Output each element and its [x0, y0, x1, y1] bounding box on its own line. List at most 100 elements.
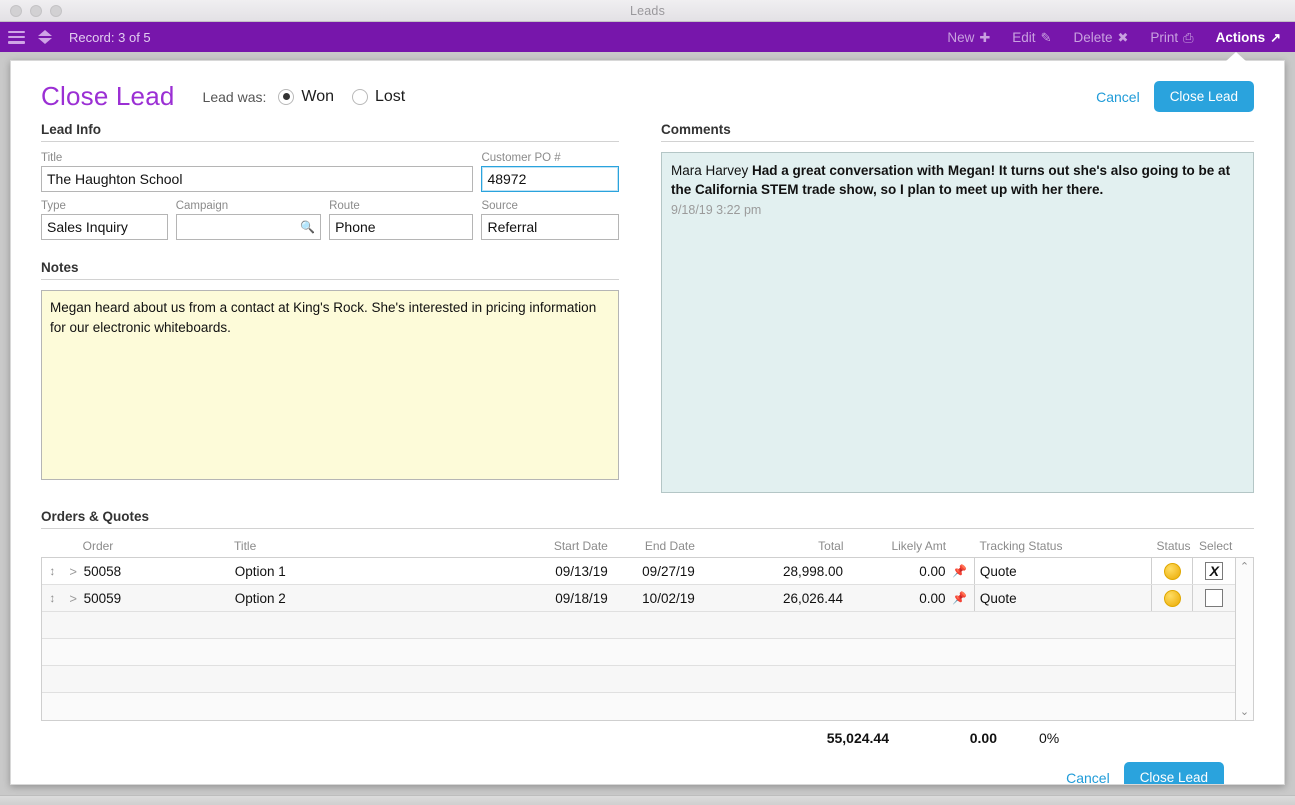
table-totals-row: 55,024.44 0.00 0%	[41, 721, 1254, 746]
comments-panel[interactable]: Mara Harvey Had a great conversation wit…	[661, 152, 1254, 493]
comment-entry: Mara Harvey Had a great conversation wit…	[671, 161, 1244, 220]
lead-outcome-radio-group: Won Lost	[278, 88, 405, 106]
radio-won-label: Won	[301, 87, 334, 105]
lead-info-row-2: Type Sales Inquiry Campaign 🔍 Route Phon…	[41, 200, 619, 240]
field-source-label: Source	[481, 200, 518, 212]
cell-start-date: 09/18/19	[555, 590, 608, 606]
select-checkbox	[1205, 589, 1224, 607]
cell-status	[1152, 558, 1194, 584]
cell-tracking-status[interactable]: Quote	[973, 585, 1152, 611]
right-column: Comments Mara Harvey Had a great convers…	[661, 122, 1254, 493]
toolbar-actions-button[interactable]: Actions ↗	[1212, 27, 1285, 48]
toolbar-print-label: Print	[1150, 29, 1179, 45]
app-toolbar: Record: 3 of 5 New ✚ Edit ✎ Delete ✖ Pri…	[0, 22, 1295, 52]
notes-textarea[interactable]: Megan heard about us from a contact at K…	[41, 290, 619, 480]
dialog-header: Close Lead Lead was: Won Lost Cancel Clo…	[11, 61, 1284, 112]
x-cross-icon: ✖	[1117, 29, 1129, 45]
window-bottom-strip	[0, 795, 1295, 805]
col-likely-amt: Likely Amt	[891, 539, 947, 553]
table-row[interactable]: ↕ > 50058 Option 1 09/13/19 09/27/19 28,…	[42, 558, 1253, 585]
cell-order: 50058	[83, 563, 122, 579]
cell-end-date: 09/27/19	[642, 563, 695, 579]
lead-info-section-title: Lead Info	[41, 122, 619, 142]
comment-body: Had a great conversation with Megan! It …	[671, 163, 1231, 198]
radio-won[interactable]: Won	[278, 88, 334, 106]
field-type: Type Sales Inquiry	[41, 200, 168, 240]
field-source: Source Referral	[481, 200, 619, 240]
radio-lost[interactable]: Lost	[351, 87, 406, 106]
field-type-label: Type	[41, 200, 66, 212]
field-title-label: Title	[41, 152, 63, 164]
table-row-empty[interactable]	[42, 639, 1253, 666]
search-icon[interactable]: 🔍	[300, 220, 315, 234]
cell-select[interactable]: X	[1193, 558, 1237, 584]
status-badge	[1163, 562, 1181, 580]
toolbar-edit-button[interactable]: Edit ✎	[1008, 27, 1055, 48]
record-counter: Record: 3 of 5	[69, 29, 151, 45]
type-input[interactable]: Sales Inquiry	[41, 214, 168, 240]
radio-lost-label: Lost	[374, 87, 406, 105]
scroll-up-icon[interactable]: ⌃	[1240, 558, 1249, 575]
cell-select[interactable]	[1193, 585, 1237, 611]
cancel-button-top[interactable]: Cancel	[1096, 89, 1140, 105]
dialog-body: Lead Info Title The Haughton School Cust…	[11, 112, 1284, 493]
printer-icon: ⎙	[1183, 29, 1194, 45]
app-root: Leads Record: 3 of 5 New ✚ Edit ✎ Delete…	[0, 0, 1295, 805]
col-select: Select	[1198, 539, 1233, 553]
field-customer-po-label: Customer PO #	[481, 152, 561, 164]
table-scrollbar[interactable]: ⌃ ⌄	[1235, 558, 1253, 720]
close-lead-button-bottom[interactable]: Close Lead	[1123, 762, 1224, 784]
total-sum: 55,024.44	[826, 730, 889, 746]
hamburger-icon[interactable]	[8, 30, 25, 44]
pin-icon[interactable]: 📌	[946, 564, 974, 578]
toolbar-actions: New ✚ Edit ✎ Delete ✖ Print ⎙ Actions ↗	[943, 27, 1285, 48]
col-status: Status	[1156, 539, 1191, 553]
scroll-down-icon[interactable]: ⌄	[1240, 703, 1249, 720]
close-lead-button-top[interactable]: Close Lead	[1153, 81, 1254, 112]
toolbar-print-button[interactable]: Print ⎙	[1146, 27, 1197, 48]
pin-icon[interactable]: 📌	[946, 591, 974, 605]
cell-tracking-status[interactable]: Quote	[973, 558, 1152, 584]
campaign-input[interactable]: 🔍	[175, 214, 322, 240]
cell-end-date: 10/02/19	[642, 590, 695, 606]
orders-quotes-section: Orders & Quotes Order Title Start Date E…	[11, 493, 1284, 785]
toolbar-new-button[interactable]: New ✚	[943, 27, 994, 48]
col-total: Total	[818, 539, 844, 553]
left-column: Lead Info Title The Haughton School Cust…	[41, 122, 619, 493]
dialog-footer: Cancel Close Lead	[41, 746, 1254, 785]
drag-handle-icon[interactable]: ↕	[42, 564, 63, 578]
close-lead-dialog: Close Lead Lead was: Won Lost Cancel Clo…	[10, 60, 1285, 785]
status-badge	[1163, 589, 1181, 607]
cancel-button-bottom[interactable]: Cancel	[1066, 770, 1110, 785]
route-input[interactable]: Phone	[329, 214, 474, 240]
popover-pointer	[1225, 52, 1247, 62]
field-route: Route Phone	[329, 200, 474, 240]
radio-won-indicator	[278, 88, 295, 105]
table-row-empty[interactable]	[42, 666, 1253, 693]
cell-order: 50059	[83, 590, 122, 606]
table-row-empty[interactable]	[42, 612, 1253, 639]
title-input[interactable]: The Haughton School	[41, 166, 474, 192]
expand-row-icon[interactable]: >	[63, 591, 84, 606]
col-start-date: Start Date	[553, 539, 608, 553]
pencil-icon: ✎	[1040, 29, 1052, 45]
expand-row-icon[interactable]: >	[63, 564, 84, 579]
orders-section-title: Orders & Quotes	[41, 509, 1254, 529]
customer-po-input[interactable]: 48972	[481, 166, 619, 192]
table-header: Order Title Start Date End Date Total Li…	[41, 539, 1254, 557]
col-end-date: End Date	[644, 539, 695, 553]
toolbar-delete-button[interactable]: Delete ✖	[1069, 27, 1132, 48]
source-input[interactable]: Referral	[481, 214, 619, 240]
table-row[interactable]: ↕ > 50059 Option 2 09/18/19 10/02/19 26,…	[42, 585, 1253, 612]
table-row-empty[interactable]	[42, 693, 1253, 720]
drag-handle-icon[interactable]: ↕	[42, 591, 63, 605]
cell-total: 26,026.44	[782, 590, 844, 606]
arrow-up-right-icon: ↗	[1270, 29, 1281, 45]
notes-section-title: Notes	[41, 260, 619, 280]
total-percent: 0%	[1039, 730, 1060, 746]
window-titlebar: Leads	[0, 0, 1295, 22]
comments-section-title: Comments	[661, 122, 1254, 142]
select-checkbox[interactable]: X	[1205, 562, 1224, 580]
plus-icon: ✚	[979, 29, 991, 45]
up-down-arrows-icon[interactable]	[38, 30, 52, 44]
